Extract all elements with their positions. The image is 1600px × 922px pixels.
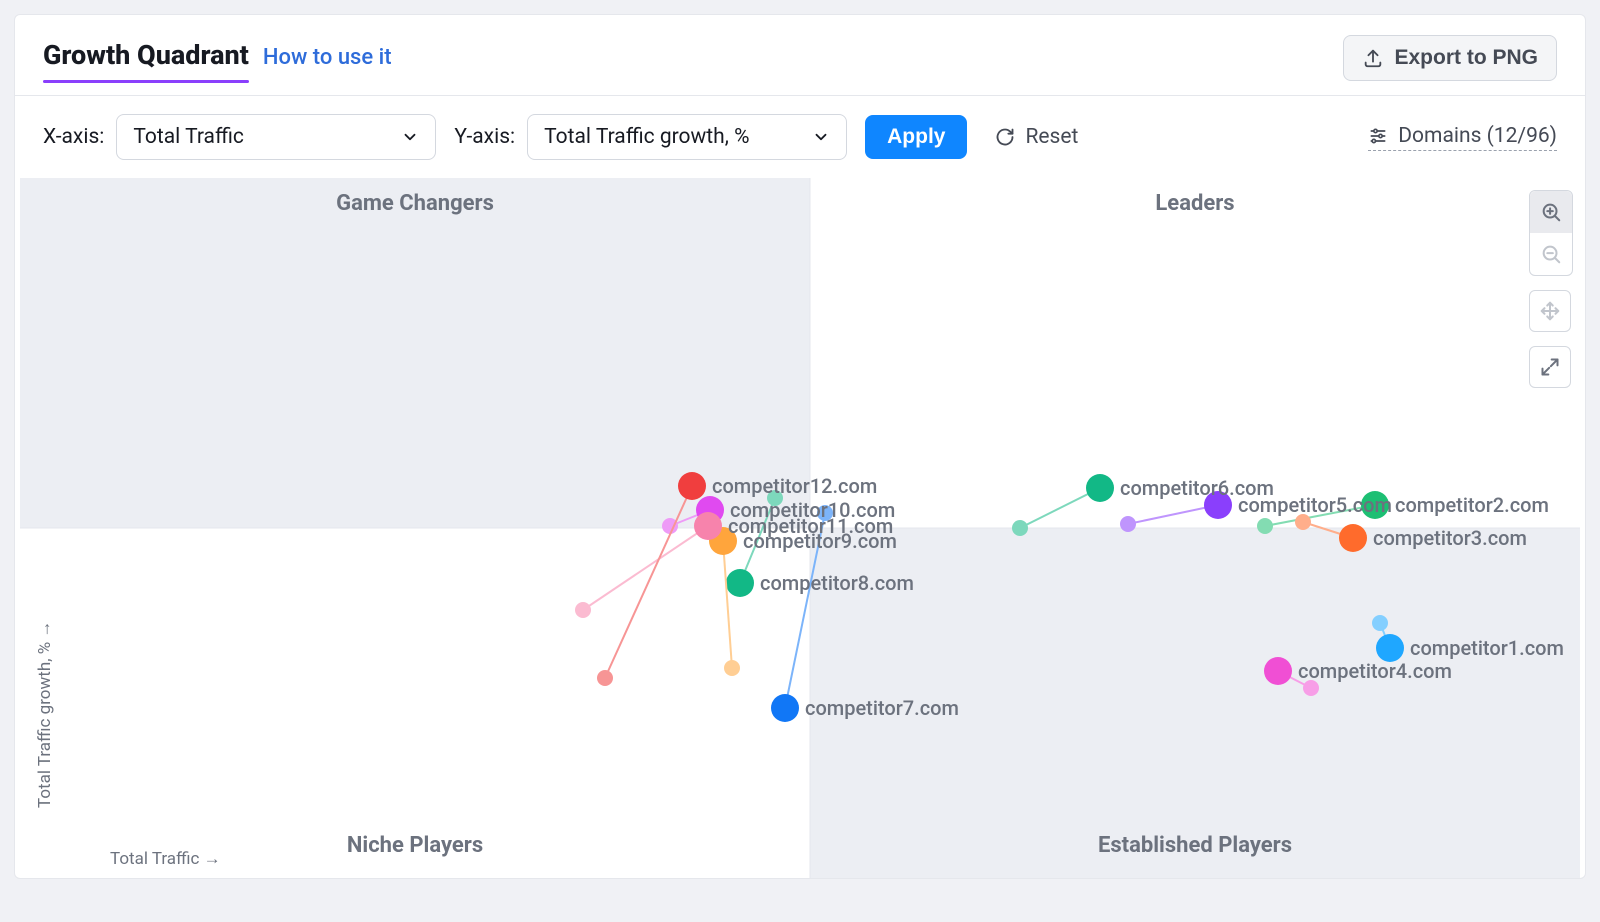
- y-axis-dropdown[interactable]: Total Traffic growth, %: [527, 114, 847, 160]
- point-competitor4.com[interactable]: [1264, 657, 1292, 685]
- x-axis-dropdown[interactable]: Total Traffic: [116, 114, 436, 160]
- point-competitor1.com[interactable]: [1376, 634, 1404, 662]
- drag-button[interactable]: [1529, 290, 1571, 332]
- quadrant-chart: Game Changers Leaders Niche Players Establi…: [15, 178, 1585, 878]
- apply-button[interactable]: Apply: [865, 115, 967, 159]
- x-axis-label: X-axis:: [43, 125, 104, 149]
- label-competitor3.com: competitor3.com: [1373, 526, 1527, 550]
- filter-row: X-axis: Total Traffic Y-axis: Total Traf…: [15, 96, 1585, 178]
- point-competitor8.com[interactable]: [726, 569, 754, 597]
- title-underline: [43, 80, 249, 83]
- prev-competitor2.com: [1257, 518, 1273, 534]
- zoom-tools: [1529, 190, 1573, 388]
- point-competitor11.com[interactable]: [694, 512, 722, 540]
- x-axis-group: X-axis: Total Traffic: [43, 114, 436, 160]
- domains-filter-link[interactable]: Domains (12/96): [1368, 124, 1557, 151]
- point-competitor3.com[interactable]: [1339, 524, 1367, 552]
- quad-label-br: Established Players: [1098, 833, 1292, 858]
- point-competitor12.com[interactable]: [678, 472, 706, 500]
- label-competitor2.com: competitor2.com: [1395, 493, 1549, 517]
- quad-label-bl: Niche Players: [347, 833, 483, 858]
- y-axis-value: Total Traffic growth, %: [544, 125, 749, 149]
- label-competitor6.com: competitor6.com: [1120, 476, 1274, 500]
- fullscreen-button[interactable]: [1529, 346, 1571, 388]
- prev-competitor12.com: [597, 670, 613, 686]
- label-competitor1.com: competitor1.com: [1410, 636, 1564, 660]
- reset-button[interactable]: Reset: [985, 119, 1088, 155]
- zoom-in-icon: [1540, 201, 1562, 223]
- prev-competitor11.com: [575, 602, 591, 618]
- how-to-use-link[interactable]: How to use it: [263, 45, 392, 70]
- export-label: Export to PNG: [1394, 46, 1538, 70]
- label-competitor4.com: competitor4.com: [1298, 659, 1452, 683]
- zoom-out-button[interactable]: [1530, 233, 1572, 275]
- sliders-icon: [1368, 126, 1388, 146]
- quad-label-tl: Game Changers: [336, 191, 494, 216]
- x-axis-caption: Total Traffic →: [110, 849, 221, 869]
- label-competitor8.com: competitor8.com: [760, 571, 914, 595]
- zoom-out-icon: [1540, 243, 1562, 265]
- prev-competitor5.com: [1120, 516, 1136, 532]
- chart-svg[interactable]: Game Changers Leaders Niche Players Establi…: [15, 178, 1585, 878]
- label-competitor7.com: competitor7.com: [805, 696, 959, 720]
- reset-label: Reset: [1025, 125, 1078, 149]
- reset-icon: [995, 127, 1015, 147]
- export-icon: [1362, 47, 1384, 69]
- export-png-button[interactable]: Export to PNG: [1343, 35, 1557, 81]
- page-title: Growth Quadrant: [43, 39, 249, 77]
- expand-icon: [1540, 357, 1560, 377]
- y-axis-caption: Total Traffic growth, % →: [35, 621, 55, 808]
- prev-competitor6.com: [1012, 520, 1028, 536]
- point-competitor6.com[interactable]: [1086, 474, 1114, 502]
- quadrant-panel: Growth Quadrant How to use it Export to …: [14, 14, 1586, 879]
- prev-competitor1.com: [1372, 615, 1388, 631]
- quad-label-tr: Leaders: [1155, 191, 1234, 216]
- zoom-pair: [1529, 190, 1573, 276]
- y-axis-group: Y-axis: Total Traffic growth, %: [454, 114, 847, 160]
- prev-competitor9.com: [724, 660, 740, 676]
- quad-bottom-left: [20, 528, 810, 878]
- zoom-in-button[interactable]: [1530, 191, 1572, 233]
- y-axis-label: Y-axis:: [454, 125, 515, 149]
- chevron-down-icon: [812, 128, 830, 146]
- label-competitor12.com: competitor12.com: [712, 474, 877, 498]
- label-competitor11.com: competitor11.com: [728, 514, 893, 538]
- point-competitor7.com[interactable]: [771, 694, 799, 722]
- move-icon: [1539, 300, 1561, 322]
- domains-label: Domains (12/96): [1398, 124, 1557, 148]
- chevron-down-icon: [401, 128, 419, 146]
- x-axis-value: Total Traffic: [133, 125, 244, 149]
- panel-header: Growth Quadrant How to use it Export to …: [15, 15, 1585, 96]
